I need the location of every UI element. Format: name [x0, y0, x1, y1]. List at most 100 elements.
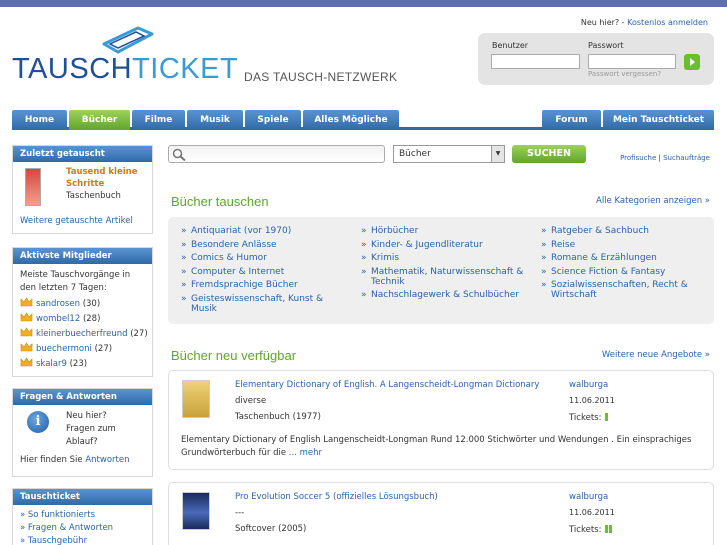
category-link[interactable]: Nachschlagewerk & Schulbücher	[359, 290, 529, 300]
tauschticket-link[interactable]: » Tauschgebühr	[20, 535, 145, 545]
register-link[interactable]: Kostenlos anmelden	[627, 18, 708, 27]
faq-line: Ablauf?	[66, 437, 98, 447]
ticket-bars	[604, 525, 613, 535]
login-submit-button[interactable]	[684, 54, 700, 70]
nav-books[interactable]: Bücher	[69, 110, 130, 130]
crown-icon	[20, 312, 33, 322]
category-link[interactable]: Hörbücher	[359, 226, 529, 236]
chevron-down-icon: ▼	[491, 146, 504, 162]
member-count: (28)	[82, 314, 101, 324]
crown-icon	[20, 297, 33, 307]
more-new-items-link[interactable]: Weitere neue Angebote »	[602, 350, 710, 360]
faq-line: Fragen zum	[66, 424, 116, 434]
category-link[interactable]: Mathematik, Naturwissenschaft & Technik	[359, 267, 529, 287]
member-name[interactable]: wombel12	[36, 314, 80, 324]
suchauftraege-link[interactable]: Suchaufträge	[663, 154, 710, 162]
listing-title[interactable]: Pro Evolution Soccer 5 (offizielles Lösu…	[235, 492, 535, 502]
recent-book-cover[interactable]	[25, 168, 41, 206]
listing-date: 11.06.2011	[569, 396, 615, 405]
category-column: Hörbücher Kinder- & Jugendliteratur Krimis…	[359, 226, 529, 304]
password-label: Passwort	[588, 41, 624, 50]
category-box: Antiquariat (vor 1970) Besondere Anlässe C…	[168, 217, 714, 324]
new-items-title: Bücher neu verfügbar	[171, 348, 297, 363]
member-row: buechermoni (27)	[20, 342, 145, 357]
category-link[interactable]: Science Fiction & Fantasy	[539, 267, 709, 277]
category-link[interactable]: Krimis	[359, 253, 529, 263]
faq-text: Neu hier? Fragen zum Ablauf?	[66, 410, 116, 449]
faq-box: Fragen & Antworten i Neu hier? Fragen zu…	[12, 388, 153, 477]
register-prompt: Neu hier? - Kostenlos anmelden	[581, 18, 708, 27]
member-name[interactable]: kleinerbuecherfreund	[36, 329, 127, 339]
category-link[interactable]: Comics & Humor	[179, 253, 344, 263]
category-link[interactable]: Besondere Anlässe	[179, 240, 344, 250]
nav-my-tauschticket[interactable]: Mein Tauschticket	[603, 110, 714, 130]
all-categories-link[interactable]: Alle Kategorien anzeigen »	[596, 196, 710, 206]
recent-book-title[interactable]: Tausend kleine Schritte	[66, 166, 151, 190]
recent-trades-heading: Zuletzt getauscht	[13, 146, 152, 162]
logo-wordmark: TAUSCHTICKET	[12, 53, 239, 85]
nav-misc[interactable]: Alles Mögliche	[303, 110, 399, 130]
faq-heading: Fragen & Antworten	[13, 389, 152, 405]
ticket-bar	[609, 525, 613, 533]
categories-title: Bücher tauschen	[171, 194, 269, 209]
tauschticket-link[interactable]: » So funktionierts	[20, 509, 145, 522]
listing-cover[interactable]	[182, 380, 210, 418]
member-name[interactable]: buechermoni	[36, 344, 92, 354]
faq-answers-link[interactable]: Antworten	[85, 455, 129, 465]
listing-title[interactable]: Elementary Dictionary of English. A Lang…	[235, 380, 539, 390]
crown-icon	[20, 357, 33, 367]
username-label: Benutzer	[492, 41, 529, 50]
nav-games[interactable]: Spiele	[245, 110, 301, 130]
search-input[interactable]	[189, 147, 379, 161]
member-name[interactable]: skalar9	[36, 359, 67, 369]
category-link[interactable]: Ratgeber & Sachbuch	[539, 226, 709, 236]
category-link[interactable]: Antiquariat (vor 1970)	[179, 226, 344, 236]
member-count: (30)	[82, 299, 101, 309]
ticket-bar	[605, 525, 609, 533]
crown-icon	[20, 342, 33, 352]
username-field[interactable]	[491, 54, 580, 69]
ticket-bars	[604, 413, 609, 423]
tauschticket-box: Tauschticket » So funktionierts » Fragen…	[12, 488, 153, 545]
category-link[interactable]: Reise	[539, 240, 709, 250]
active-members-body: Meiste Tauschvorgänge in den letzten 7 T…	[13, 264, 152, 377]
nav-forum[interactable]: Forum	[542, 110, 601, 130]
search-icon	[172, 148, 186, 161]
member-count: (23)	[69, 359, 88, 369]
category-link[interactable]: Computer & Internet	[179, 267, 344, 277]
password-field[interactable]	[588, 54, 676, 69]
member-name[interactable]: sandrosen	[36, 299, 80, 309]
more-recent-link[interactable]: Weitere getauschte Artikel	[20, 216, 133, 226]
category-link[interactable]: Geisteswissenschaft, Kunst & Musik	[179, 294, 344, 314]
category-link[interactable]: Kinder- & Jugendliteratur	[359, 240, 529, 250]
recent-book-format: Taschenbuch	[66, 191, 121, 201]
listing-cover[interactable]	[182, 492, 210, 530]
profisuche-link[interactable]: Profisuche	[620, 154, 656, 162]
ticket-icon	[102, 26, 154, 54]
listing-user[interactable]: walburga	[569, 492, 608, 502]
category-select[interactable]: Bücher ▼	[393, 145, 505, 163]
nav-films[interactable]: Filme	[132, 110, 185, 130]
search-links-separator: |	[658, 154, 661, 162]
category-link[interactable]: Sozialwissenschaften, Recht & Wirtschaft	[539, 280, 709, 300]
listing-more-link[interactable]: ... mehr	[289, 448, 322, 458]
listing-user[interactable]: walburga	[569, 380, 608, 390]
tauschticket-link[interactable]: » Fragen & Antworten	[20, 522, 145, 535]
search-button[interactable]: SUCHEN	[512, 145, 586, 163]
category-link[interactable]: Romane & Erzählungen	[539, 253, 709, 263]
nav-home[interactable]: Home	[12, 110, 67, 130]
forgot-password-link[interactable]: Passwort vergessen?	[588, 70, 661, 78]
listing-description-text: Elementary Dictionary of English Langens…	[181, 435, 692, 458]
member-list: sandrosen (30) wombel12 (28) kleinerbueche…	[20, 297, 148, 372]
recent-trades-box: Zuletzt getauscht Tausend kleine Schritt…	[12, 145, 153, 234]
nav-music[interactable]: Musik	[187, 110, 243, 130]
member-row: wombel12 (28)	[20, 312, 145, 327]
main-nav: Home Bücher Filme Musik Spiele Alles Mög…	[12, 110, 714, 130]
logo[interactable]: TAUSCHTICKET	[12, 26, 238, 86]
listing-tickets: Tickets:	[569, 413, 609, 423]
category-link[interactable]: Fremdsprachige Bücher	[179, 280, 344, 290]
active-members-intro: Meiste Tauschvorgänge in den letzten 7 T…	[20, 270, 131, 293]
member-row: sandrosen (30)	[20, 297, 145, 312]
category-column: Ratgeber & Sachbuch Reise Romane & Erzählu…	[539, 226, 709, 304]
member-row: skalar9 (23)	[20, 357, 145, 372]
